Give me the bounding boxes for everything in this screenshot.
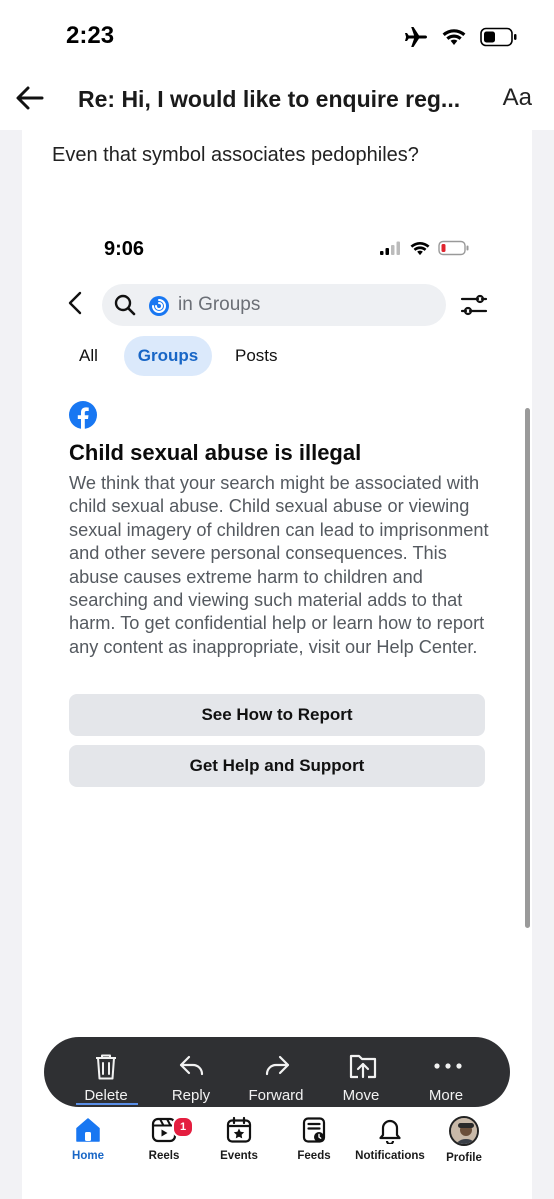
mail-action-toolbar: Delete Reply Forward Move More xyxy=(44,1037,510,1107)
tab-posts[interactable]: Posts xyxy=(235,336,278,376)
search-icon xyxy=(114,294,136,316)
inner-status-time: 9:06 xyxy=(104,238,145,260)
nav-profile-label: Profile xyxy=(446,1152,482,1164)
home-icon xyxy=(76,1118,100,1142)
mail-subject: Re: Hi, I would like to enquire reg... xyxy=(78,86,461,112)
reels-notification-badge: 1 xyxy=(172,1116,194,1138)
status-bar: 2:23 xyxy=(0,0,554,70)
move-to-folder-icon xyxy=(349,1054,377,1079)
nav-notifications[interactable]: Notifications xyxy=(348,1116,432,1162)
avatar-icon xyxy=(451,1118,477,1144)
feeds-icon xyxy=(302,1117,326,1143)
inner-battery-low-icon xyxy=(438,240,469,256)
battery-icon xyxy=(480,27,517,47)
reply-button[interactable]: Reply xyxy=(151,1037,231,1107)
nav-events[interactable]: Events xyxy=(197,1116,281,1162)
reply-icon xyxy=(179,1055,204,1076)
status-icons xyxy=(404,26,518,48)
signal-icon xyxy=(380,241,400,255)
get-help-and-support-button[interactable]: Get Help and Support xyxy=(69,745,485,787)
filter-icon[interactable] xyxy=(460,292,488,318)
move-label: Move xyxy=(342,1087,380,1104)
bottom-navigation: Home 1 Reels Events Feeds Notifications … xyxy=(22,1110,532,1199)
tab-groups[interactable]: Groups xyxy=(124,336,212,376)
tab-all[interactable]: All xyxy=(79,336,98,376)
nav-profile[interactable]: Profile xyxy=(422,1116,506,1164)
bell-icon xyxy=(379,1119,401,1144)
airplane-icon xyxy=(405,27,427,47)
more-dots-icon xyxy=(434,1063,462,1069)
inner-status-icons xyxy=(380,240,470,256)
nav-reels[interactable]: 1 Reels xyxy=(122,1116,206,1162)
scrollbar[interactable] xyxy=(525,408,530,928)
forward-label: Forward xyxy=(248,1087,304,1104)
mail-message-text: Even that symbol associates pedophiles? xyxy=(52,144,419,166)
nav-feeds[interactable]: Feeds xyxy=(272,1116,356,1162)
warning-title: Child sexual abuse is illegal xyxy=(69,440,362,465)
search-placeholder: in Groups xyxy=(178,294,261,315)
events-calendar-icon xyxy=(226,1116,252,1143)
trash-icon xyxy=(96,1054,116,1080)
profile-avatar xyxy=(449,1116,479,1146)
nav-home[interactable]: Home xyxy=(46,1116,130,1162)
reply-label: Reply xyxy=(171,1087,211,1104)
forward-button[interactable]: Forward xyxy=(236,1037,316,1107)
more-label: More xyxy=(428,1087,464,1104)
nav-home-label: Home xyxy=(72,1150,104,1162)
search-input[interactable]: in Groups xyxy=(102,284,446,326)
facebook-logo-icon xyxy=(69,401,97,429)
groups-swirl-icon xyxy=(149,296,169,316)
back-arrow-icon[interactable] xyxy=(12,80,48,116)
see-how-to-report-button[interactable]: See How to Report xyxy=(69,694,485,736)
warning-body: We think that your search might be assoc… xyxy=(69,473,489,657)
forward-icon xyxy=(265,1055,290,1076)
delete-underline xyxy=(76,1103,138,1105)
inner-wifi-icon xyxy=(410,241,430,255)
font-size-button[interactable]: Aa xyxy=(503,84,532,112)
nav-events-label: Events xyxy=(220,1150,258,1162)
nav-notifications-label: Notifications xyxy=(355,1150,425,1162)
move-button[interactable]: Move xyxy=(321,1037,401,1107)
more-button[interactable]: More xyxy=(406,1037,486,1107)
nav-reels-label: Reels xyxy=(148,1150,180,1162)
inner-back-chevron-icon[interactable] xyxy=(66,290,86,316)
mail-header: Re: Hi, I would like to enquire reg... A… xyxy=(0,70,554,130)
delete-label: Delete xyxy=(84,1087,128,1104)
wifi-icon xyxy=(442,29,466,45)
delete-button[interactable]: Delete xyxy=(66,1037,146,1107)
status-time: 2:23 xyxy=(66,22,115,49)
nav-feeds-label: Feeds xyxy=(297,1150,331,1162)
